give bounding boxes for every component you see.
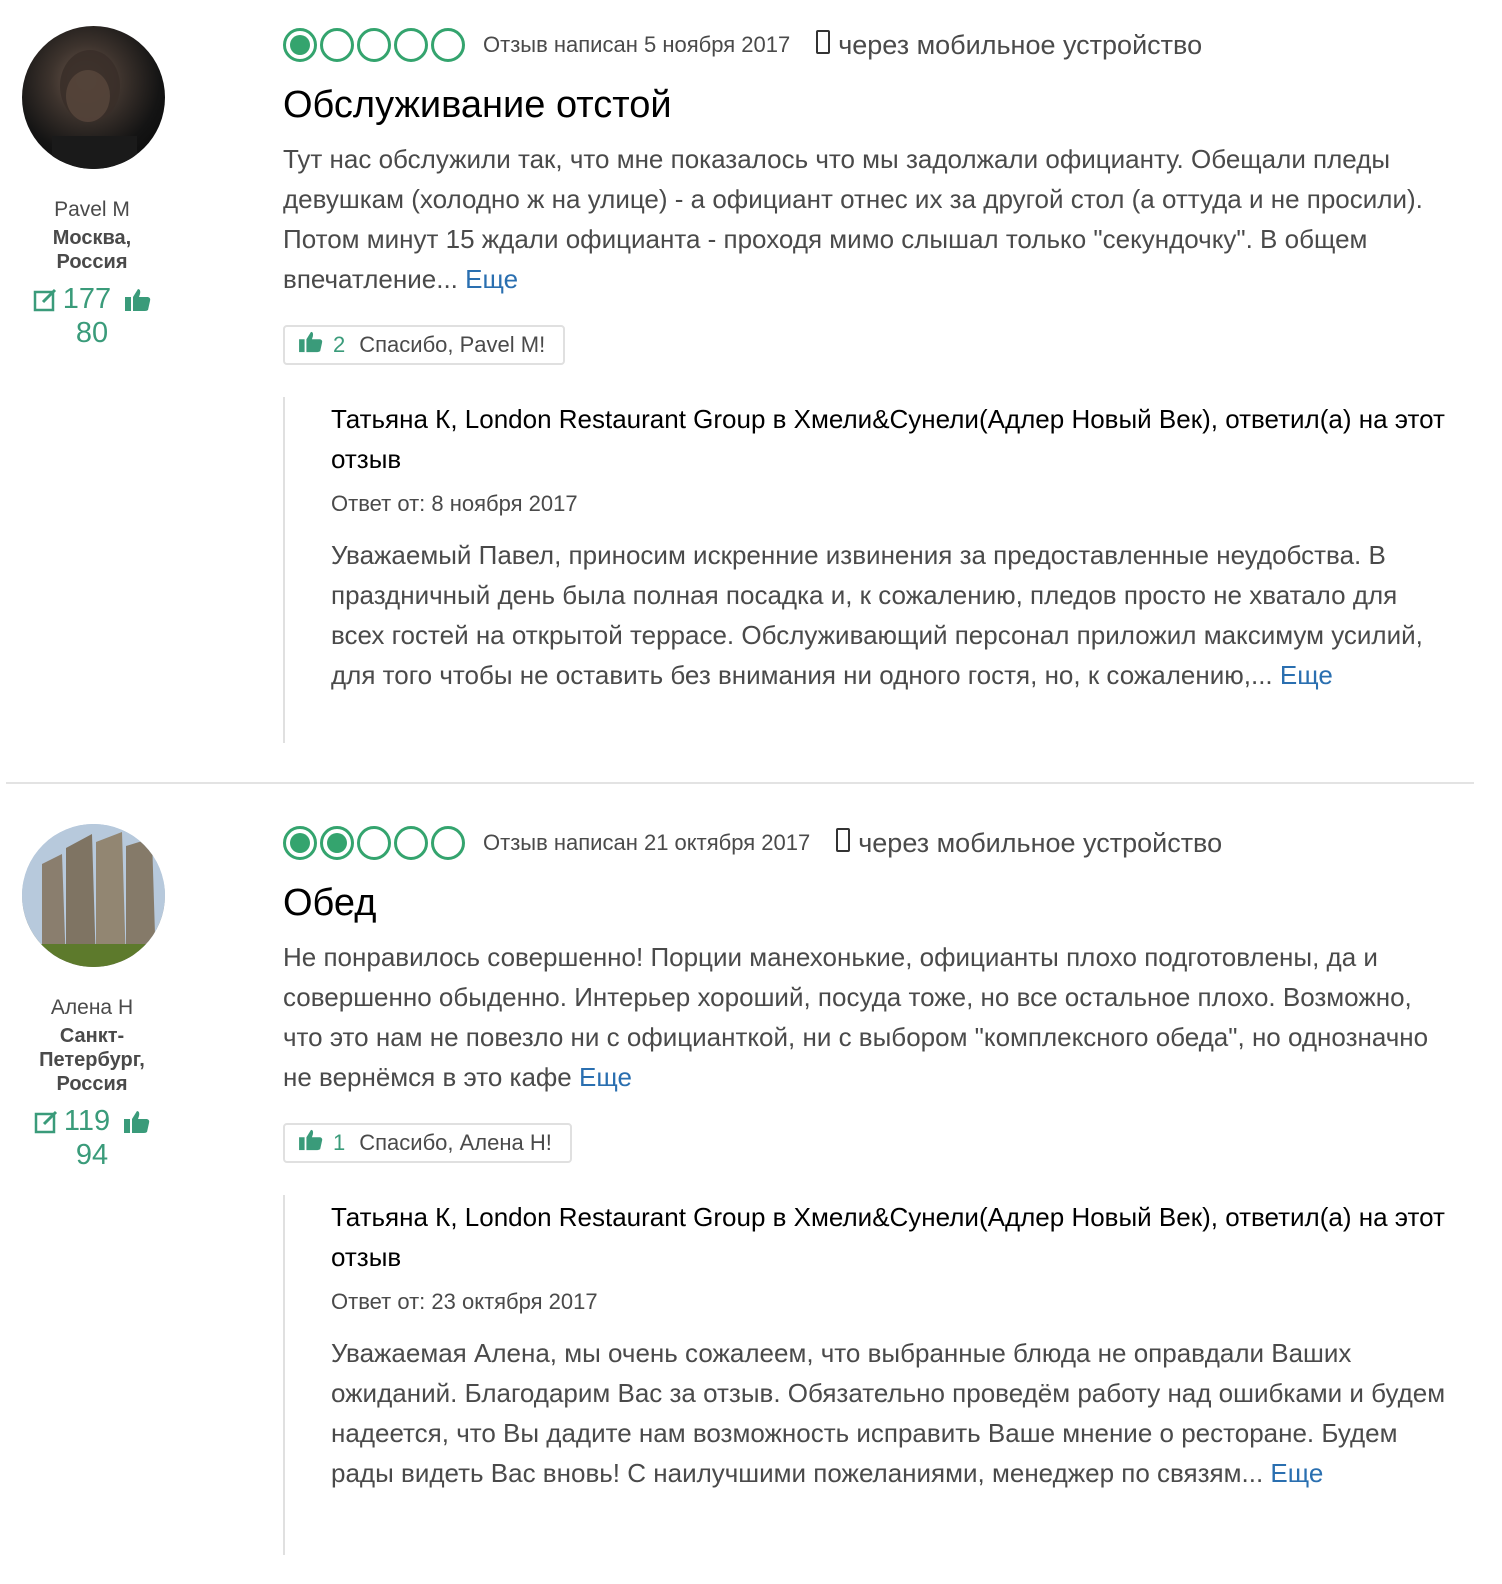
mobile-label: через мобильное устройство [858,827,1223,858]
thanks-label: Спасибо, Алена Н! [359,1130,552,1155]
user-stats: 177 80 [0,282,184,350]
response-header: Татьяна К, London Restaurant Group в Хме… [331,1202,1445,1272]
thanks-button[interactable]: 1 Спасибо, Алена Н! [283,1123,572,1163]
thumbs-up-icon [125,282,151,316]
user-info: Pavel M Москва, Россия 177 80 [0,198,184,350]
review-text: Тут нас обслужили так, что мне показалос… [283,139,1453,299]
review-text: Не понравилось совершенно! Порции манехо… [283,937,1453,1097]
mobile-phone-icon [816,30,831,54]
review-date: Отзыв написан 5 ноября 2017 [483,32,791,57]
mobile-note: через мобильное устройство [816,30,1202,61]
user-info: Алена Н Санкт-Петербург, Россия 119 94 [0,996,184,1172]
rating-bubble [320,28,354,62]
review-title[interactable]: Обслуживание отстой [283,84,1453,127]
review-title[interactable]: Обед [283,882,1453,925]
mobile-label: через мобильное устройство [838,29,1203,60]
rating-bubbles [283,28,465,62]
rating-bubble [394,826,428,860]
helpful-count: 80 [75,317,109,349]
thanks-count: 2 [333,332,346,357]
rating-bubble [283,826,317,860]
review-content: Отзыв написан 5 ноября 2017 через мобиль… [283,26,1453,299]
rating-line: Отзыв написан 5 ноября 2017 через мобиль… [283,26,1453,64]
edit-review-icon [34,1104,60,1138]
reviews-count: 177 [62,283,112,315]
rating-bubble [357,28,391,62]
review-body: Не понравилось совершенно! Порции манехо… [283,942,1429,1092]
response-date: Ответ от: 23 октября 2017 [331,1289,598,1314]
edit-review-icon [33,282,59,316]
thanks-button[interactable]: 2 Спасибо, Pavel M! [283,325,566,365]
rating-bubble [431,826,465,860]
rating-bubble [394,28,428,62]
more-link[interactable]: Еще [1270,1458,1323,1488]
rating-bubble [283,28,317,62]
user-location: Москва, Россия [52,227,132,273]
username[interactable]: Pavel M [0,198,184,222]
avatar[interactable] [22,26,165,169]
response-body: Уважаемый Павел, приносим искренние изви… [331,540,1423,690]
review-date: Отзыв написан 21 октября 2017 [483,830,811,855]
owner-response: Татьяна К, London Restaurant Group в Хме… [283,397,1453,743]
response-header: Татьяна К, London Restaurant Group в Хме… [331,404,1445,474]
thanks-count: 1 [333,1130,346,1155]
helpful-count: 94 [75,1139,109,1171]
user-stats: 119 94 [0,1104,184,1172]
response-date: Ответ от: 8 ноября 2017 [331,491,578,516]
thanks-label: Спасибо, Pavel M! [359,332,546,357]
review-content: Отзыв написан 21 октября 2017 через моби… [283,824,1453,1097]
thumbs-up-icon [299,1129,323,1157]
mobile-note: через мобильное устройство [836,828,1222,859]
username[interactable]: Алена Н [0,996,184,1020]
user-location: Санкт-Петербург, Россия [39,1025,145,1095]
review-divider [6,782,1474,784]
response-text: Уважаемый Павел, приносим искренние изви… [331,535,1453,695]
rating-bubble [320,826,354,860]
response-text: Уважаемая Алена, мы очень сожалеем, что … [331,1333,1453,1493]
thumbs-up-icon [299,331,323,359]
owner-response: Татьяна К, London Restaurant Group в Хме… [283,1195,1453,1555]
reviews-count: 119 [63,1105,111,1137]
rating-bubbles [283,826,465,860]
mobile-phone-icon [836,828,851,852]
more-link[interactable]: Еще [579,1062,632,1092]
more-link[interactable]: Еще [1280,660,1333,690]
avatar[interactable] [22,824,165,967]
thumbs-up-icon [124,1104,150,1138]
rating-bubble [431,28,465,62]
more-link[interactable]: Еще [465,264,518,294]
rating-line: Отзыв написан 21 октября 2017 через моби… [283,824,1453,862]
rating-bubble [357,826,391,860]
review-body: Тут нас обслужили так, что мне показалос… [283,144,1423,294]
